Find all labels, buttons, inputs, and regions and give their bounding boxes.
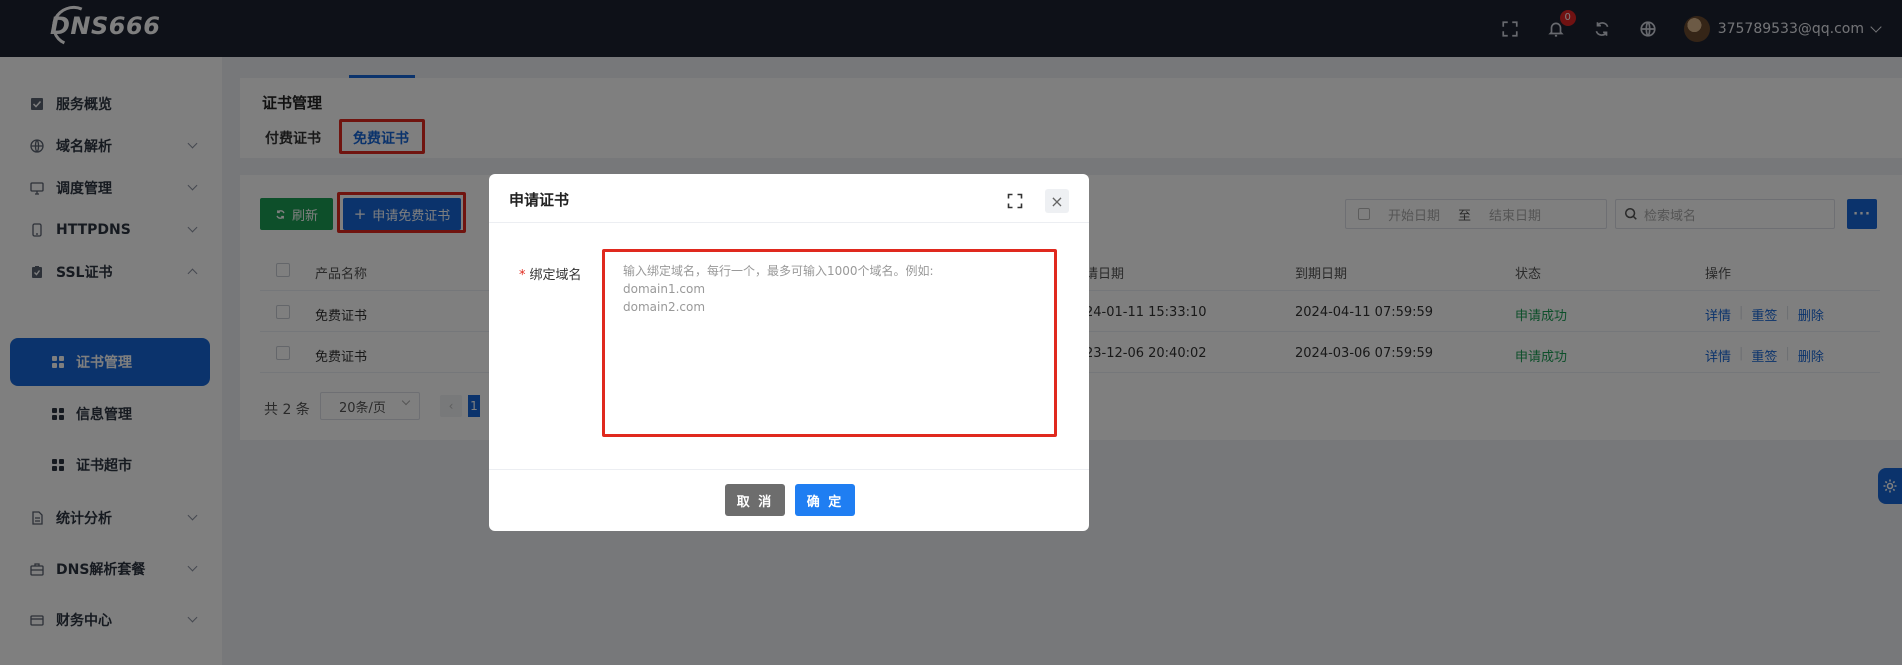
domain-textarea[interactable]: 输入绑定域名，每行一个，最多可输入1000个域名。例如: domain1.com…	[602, 249, 1057, 437]
field-label-bind-domain: * 绑定域名	[519, 264, 582, 283]
divider	[489, 469, 1089, 470]
textarea-placeholder: 输入绑定域名，每行一个，最多可输入1000个域名。例如: domain1.com…	[623, 264, 934, 314]
confirm-button[interactable]: 确 定	[795, 484, 855, 516]
cancel-button[interactable]: 取 消	[725, 484, 785, 516]
field-label-text: 绑定域名	[529, 268, 582, 283]
required-mark: *	[519, 268, 526, 283]
apply-cert-dialog: 申请证书 × * 绑定域名 输入绑定域名，每行一个，最多可输入1000个域名。例如…	[489, 174, 1089, 531]
dialog-title: 申请证书	[509, 191, 570, 209]
expand-icon[interactable]	[1007, 193, 1023, 209]
divider	[489, 222, 1089, 223]
close-icon[interactable]: ×	[1045, 189, 1069, 213]
